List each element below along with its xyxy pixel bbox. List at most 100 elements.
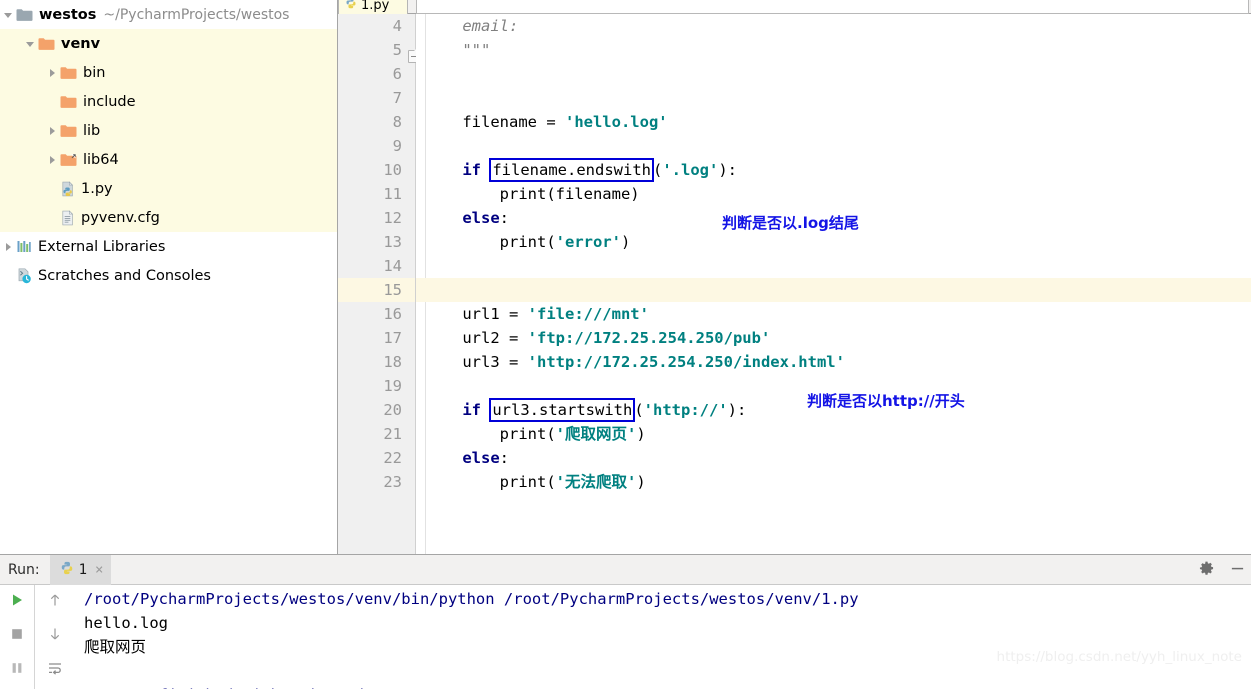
line-number[interactable]: 4 [338,14,415,38]
tree-row-include[interactable]: include [0,87,337,116]
chevron-right-icon[interactable] [44,116,60,145]
soft-wrap-icon[interactable] [47,660,63,680]
project-tool-window[interactable]: westos ~/PycharmProjects/westos venv bin in… [0,0,338,554]
line-number[interactable]: 20 [338,398,415,422]
editor-tab-1py[interactable]: 1.py [338,0,408,14]
code-line[interactable] [416,86,1251,110]
code-token: : [499,449,509,467]
line-number[interactable]: 6 [338,62,415,86]
code-line[interactable]: url3 = 'http://172.25.254.250/index.html… [416,350,1251,374]
chevron-right-icon[interactable] [0,232,16,261]
code-pane[interactable]: email: """ filename = 'hello.log' if fil… [416,14,1251,554]
tree-row-root[interactable]: westos ~/PycharmProjects/westos [0,0,337,29]
line-number[interactable]: 18 [338,350,415,374]
chevron-right-icon[interactable] [44,58,60,87]
code-line[interactable]: filename = 'hello.log' [416,110,1251,134]
line-number[interactable]: 22 [338,446,415,470]
editor-tab-bar: 1.py [338,0,1251,14]
code-line[interactable] [416,134,1251,158]
chevron-right-icon[interactable] [44,145,60,174]
minimize-icon[interactable] [1230,561,1245,580]
highlighted-method: filename.endswith [489,158,654,182]
code-token: 'http://172.25.254.250/index.html' [527,353,845,371]
tree-row-bin[interactable]: bin [0,58,337,87]
code-line[interactable]: url1 = 'file:///mnt' [416,302,1251,326]
code-token: ): [727,401,747,419]
run-tool-window: Run: 1 × /root/PycharmProjects/westos/ve… [0,554,1251,689]
code-line[interactable]: """ [416,38,1251,62]
code-token: if [462,401,481,419]
code-line[interactable] [416,62,1251,86]
code-token: 'file:///mnt' [527,305,649,323]
code-token: '爬取网页' [555,425,637,443]
line-number[interactable]: 12 [338,206,415,230]
line-number[interactable]: 8 [338,110,415,134]
tree-row-lib[interactable]: lib [0,116,337,145]
line-number[interactable]: 9 [338,134,415,158]
watermark: https://blog.csdn.net/yyh_linux_note [996,649,1242,665]
code-token: if [462,161,481,179]
code-line[interactable] [416,254,1251,278]
libraries-icon [16,239,32,254]
highlighted-method: url3.startswith [489,398,636,422]
code-line[interactable]: email: [416,14,1251,38]
line-number[interactable]: 7 [338,86,415,110]
code-line[interactable]: print(filename) [416,182,1251,206]
tree-row-pyvenv-cfg[interactable]: pyvenv.cfg [0,203,337,232]
code-annotation: 判断是否以http://开头 [807,392,965,410]
code-token: '无法爬取' [555,473,637,491]
code-token: 'ftp://172.25.254.250/pub' [527,329,771,347]
tree-row-lib64[interactable]: lib64 [0,145,337,174]
tree-row-venv[interactable]: venv [0,29,337,58]
tree-row-1-py[interactable]: 1.py [0,174,337,203]
line-number[interactable]: 23 [338,470,415,494]
code-token: ) [636,425,646,443]
gear-icon[interactable] [1199,561,1214,580]
line-number[interactable]: 15 [338,278,415,302]
console-line: /root/PycharmProjects/westos/venv/bin/py… [84,590,859,608]
editor-tab-search-field[interactable] [416,0,1249,14]
code-line[interactable]: print('爬取网页') [416,422,1251,446]
stop-icon[interactable] [9,626,25,646]
run-actions-right [34,585,74,689]
line-number[interactable]: 21 [338,422,415,446]
code-token: ) [620,233,631,251]
line-number-gutter[interactable]: 4 5 6 7 8 9 10 11 12 13 14 15 16 17 18 19 20 21 22 23 [338,14,424,554]
line-number[interactable]: 13 [338,230,415,254]
console-line: Process finished with exit code 0 [84,683,1251,689]
play-icon[interactable] [9,592,25,612]
line-number[interactable]: 17 [338,326,415,350]
tree-row-scratches-and-consoles[interactable]: Scratches and Consoles [0,261,337,290]
chevron-down-icon[interactable] [22,29,38,58]
line-number[interactable]: 14 [338,254,415,278]
run-tab-1[interactable]: 1 × [49,554,112,585]
code-token: ): [718,161,737,179]
code-area: 4 5 6 7 8 9 10 11 12 13 14 15 16 17 18 19 20 21 22 23 email… [338,14,1251,554]
code-line[interactable]: print('error') [416,230,1251,254]
console-output[interactable]: /root/PycharmProjects/westos/venv/bin/py… [74,585,1251,689]
line-number[interactable]: 19 [338,374,415,398]
code-token: print(filename) [425,185,640,203]
chevron-down-icon[interactable] [0,0,16,29]
close-icon[interactable]: × [95,562,103,578]
line-number[interactable]: 5 [338,38,415,62]
line-number[interactable]: 16 [338,302,415,326]
code-line[interactable]: print('无法爬取') [416,470,1251,494]
code-line[interactable]: if filename.endswith ('.log'): [416,158,1251,182]
arrow-up-icon[interactable] [47,592,63,612]
tree-item-label: lib64 [83,151,119,168]
line-number[interactable]: 11 [338,182,415,206]
arrow-down-icon[interactable] [47,626,63,646]
tree-row-external-libraries[interactable]: External Libraries [0,232,337,261]
code-line[interactable] [416,278,1251,302]
code-token: """ [425,41,491,59]
tree-root-label: westos [39,6,97,23]
pause-icon[interactable] [9,660,25,680]
code-line[interactable]: url2 = 'ftp://172.25.254.250/pub' [416,326,1251,350]
code-line[interactable]: else: [416,446,1251,470]
line-number[interactable]: 10 [338,158,415,182]
